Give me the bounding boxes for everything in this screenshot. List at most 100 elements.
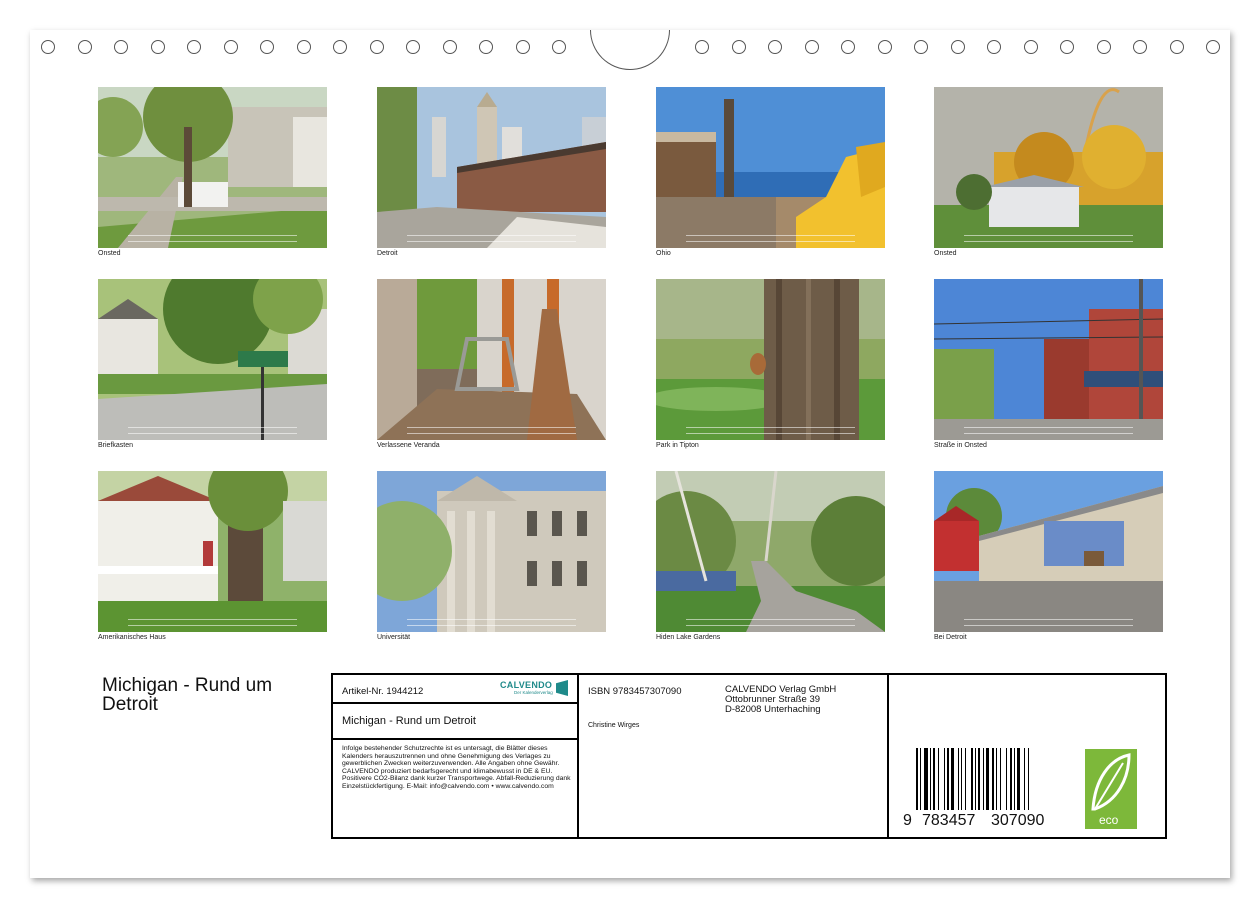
barcode-bar [1028, 748, 1030, 810]
binding-hole [804, 40, 819, 54]
watermark [686, 235, 855, 242]
binding-hole [114, 40, 128, 54]
photo-caption: Onsted [934, 250, 957, 257]
photo-thumbnail[interactable] [377, 471, 606, 632]
barcode-bar [991, 748, 994, 810]
photo-thumbnail[interactable] [98, 471, 327, 632]
isbn: ISBN 9783457307090 [588, 686, 682, 697]
watermark [128, 427, 297, 434]
photo-thumbnail[interactable] [377, 87, 606, 248]
binding-hole [442, 40, 457, 54]
photo-city-townhouses [377, 87, 606, 248]
divider [577, 674, 579, 838]
watermark [128, 619, 297, 626]
barcode-bar [986, 748, 990, 810]
photo-caption: Straße in Onsted [934, 442, 987, 449]
photo-caption: Briefkasten [98, 442, 134, 449]
watermark [964, 235, 1133, 242]
photo-caption: Universität [377, 634, 411, 641]
photo-thumbnail[interactable] [656, 279, 885, 440]
photo-thumbnail[interactable] [656, 87, 885, 248]
binding-hole [77, 40, 92, 54]
photo-caption: Onsted [98, 250, 121, 257]
eco-label: eco [1099, 813, 1119, 827]
eco-badge: eco [1085, 749, 1137, 829]
photo-tree-squirrel [656, 279, 885, 440]
photo-thumbnail[interactable] [656, 471, 885, 632]
binding-hole [296, 40, 311, 54]
barcode-bar [944, 748, 946, 810]
barcode-bar [965, 748, 967, 810]
calvendo-mark-icon [556, 680, 568, 696]
barcode-digits-right: 307090 [991, 812, 1045, 829]
barcode-bar [1014, 748, 1016, 810]
watermark [686, 427, 855, 434]
binding-hole [369, 40, 384, 54]
binding-hole [150, 40, 165, 54]
barcode-bar [1016, 748, 1020, 810]
author: Christine Wirges [588, 722, 640, 729]
binding-hole [768, 40, 782, 54]
barcode-bar [1023, 748, 1025, 810]
binding-hole [1023, 40, 1038, 54]
calvendo-wordmark: CALVENDO [500, 680, 553, 690]
barcode-bar [958, 748, 960, 810]
divider [332, 702, 578, 704]
photo-thumbnail[interactable] [377, 279, 606, 440]
binding-hole [1169, 40, 1184, 54]
barcode-bar [977, 748, 980, 810]
barcode-bar [930, 748, 932, 810]
photo-caption: Amerikanisches Haus [98, 634, 166, 641]
calvendo-tagline: Der Kalenderverlag [514, 690, 553, 695]
photo-lake-beach-chair [656, 87, 885, 248]
watermark [128, 235, 297, 242]
binding-hole [1060, 40, 1074, 54]
photo-university-building [377, 471, 606, 632]
photo-thumbnail[interactable] [934, 87, 1163, 248]
binding-hole [333, 40, 347, 54]
barcode-bar [1009, 748, 1012, 810]
product-title: Michigan - Rund um Detroit [342, 715, 476, 727]
divider [332, 738, 578, 740]
binding-hole [841, 40, 855, 54]
publisher-city: D-82008 Unterhaching [725, 704, 821, 715]
barcode-bar [974, 748, 976, 810]
binding-hole [406, 40, 420, 54]
binding-hole [987, 40, 1001, 54]
legal-notice: Infolge bestehender Schutzrechte ist es … [342, 745, 571, 790]
photo-porch-chairs [377, 279, 606, 440]
barcode-bar [920, 748, 922, 810]
barcode [916, 748, 1054, 814]
divider [887, 674, 889, 838]
photo-shed-rainbow [934, 87, 1163, 248]
barcode-bar [951, 748, 955, 810]
calendar-title: Michigan - Rund um Detroit [102, 675, 273, 715]
photo-forest-path [656, 471, 885, 632]
watermark [964, 427, 1133, 434]
photo-caption: Verlassene Veranda [377, 442, 440, 449]
binding-hole [260, 40, 274, 54]
binding-hole [41, 40, 55, 54]
photo-barn-mural [934, 471, 1163, 632]
photo-caption: Detroit [377, 250, 398, 257]
photo-thumbnail[interactable] [934, 279, 1163, 440]
photo-brick-main-street [934, 279, 1163, 440]
barcode-digits-left: 783457 [922, 812, 976, 829]
binding-hole [877, 40, 892, 54]
barcode-bar [1000, 748, 1002, 810]
photo-thumbnail[interactable] [934, 471, 1163, 632]
photo-thumbnail[interactable] [98, 279, 327, 440]
photo-street-sidewalk [98, 87, 327, 248]
photo-thumbnail[interactable] [98, 87, 327, 248]
watermark [964, 619, 1133, 626]
binding-hole [950, 40, 965, 54]
binding-hole [223, 40, 238, 54]
binding-hole [552, 40, 566, 54]
binding-hole [914, 40, 928, 54]
photo-caption: Bei Detroit [934, 634, 967, 641]
barcode-bar [970, 748, 973, 810]
binding-hole [695, 40, 709, 54]
photo-white-porch-house [98, 471, 327, 632]
watermark [686, 619, 855, 626]
binding-hole [1206, 40, 1220, 54]
